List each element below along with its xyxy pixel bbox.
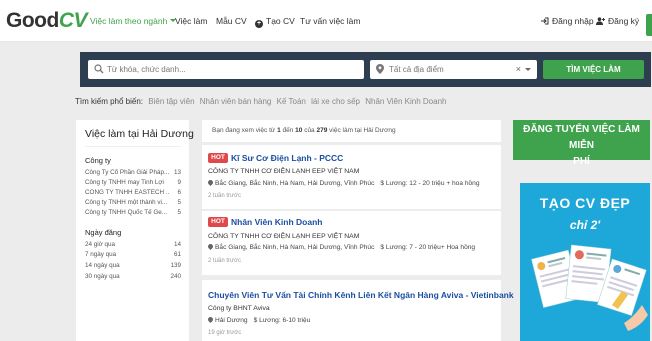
divider [85, 146, 181, 147]
location-pin-icon [206, 315, 215, 324]
chevron-down-icon[interactable] [525, 68, 531, 71]
popular-tag[interactable]: Nhân viên bán hàng [200, 97, 272, 106]
date-filter-item[interactable]: 24 giờ qua 14 [85, 241, 181, 251]
goodcv-logo[interactable]: GoodCV [6, 10, 88, 32]
company-name[interactable]: Công ty BHNT Aviva [208, 305, 270, 312]
posted-time: 2 tuần trước [208, 193, 241, 199]
search-band: Từ khóa, chức danh... Tất cả địa điểm × … [0, 43, 652, 95]
nav-cv-templates[interactable]: Mẫu CV [216, 16, 247, 26]
nav-career-advice[interactable]: Tư vấn việc làm [300, 16, 360, 26]
location-pin-icon [206, 242, 215, 251]
company-filter-heading: Công ty [85, 156, 111, 165]
location-pin-icon [206, 178, 215, 187]
company-name[interactable]: CÔNG TY TNHH CƠ ĐIỆN LẠNH EEP VIỆT NAM [208, 168, 359, 175]
job-card[interactable]: Chuyên Viên Tư Vấn Tài Chính Kênh Liên K… [202, 280, 514, 341]
job-title-link[interactable]: Nhân Viên Kinh Doanh [231, 217, 322, 227]
posted-time: 19 giờ trước [208, 330, 242, 336]
add-user-icon [596, 17, 605, 25]
location-select[interactable]: Tất cả địa điểm × [370, 60, 537, 79]
company-filter-item[interactable]: Công ty TNHH Quốc Tế Ge... 5 [85, 209, 181, 219]
popular-searches: Tìm kiếm phổ biến: Biên tập viên Nhân vi… [75, 97, 446, 106]
clear-location-icon[interactable]: × [516, 64, 521, 74]
job-title-link[interactable]: Kĩ Sư Cơ Điện Lạnh - PCCC [231, 153, 343, 163]
job-meta: Bắc Giang, Bắc Ninh, Hà Nam, Hải Dương, … [206, 242, 475, 251]
side-tab[interactable] [646, 14, 652, 36]
date-filter-item[interactable]: 14 ngày qua 139 [85, 262, 181, 272]
popular-tag[interactable]: Biên tập viên [148, 97, 194, 106]
popular-tag[interactable]: lái xe cho sếp [311, 97, 360, 106]
search-icon [94, 64, 104, 74]
free-job-posting-banner[interactable]: ĐĂNG TUYỂN VIỆC LÀM MIỄN PHÍ [513, 120, 650, 167]
job-card[interactable]: HOT Nhân Viên Kinh Doanh CÔNG TY TNHH CƠ… [202, 211, 501, 275]
job-meta: Hải Dương $ Lương: 6-10 triệu [206, 315, 310, 324]
popular-label: Tìm kiếm phổ biến: [75, 97, 144, 106]
result-summary: Bạn đang xem việc từ 1 đến 10 của 279 vi… [202, 120, 501, 142]
job-title-link[interactable]: Chuyên Viên Tư Vấn Tài Chính Kênh Liên K… [208, 290, 514, 300]
popular-tag[interactable]: Kế Toán [277, 97, 306, 106]
date-filter-item[interactable]: 7 ngày qua 61 [85, 251, 181, 261]
nav-jobs[interactable]: Việc làm [175, 16, 207, 26]
plus-circle-icon: + [255, 20, 263, 28]
popular-tag[interactable]: Nhân Viên Kinh Doanh [365, 97, 446, 106]
posted-time: 2 tuần trước [208, 258, 241, 264]
date-filter-heading: Ngày đăng [85, 228, 122, 237]
login-icon [541, 17, 549, 25]
location-pin-icon [376, 64, 384, 74]
company-name[interactable]: CÔNG TY TNHH CƠ ĐIỆN LẠNH EEP VIỆT NAM [208, 233, 359, 240]
dollar-icon: $ [380, 180, 385, 187]
sidebar-title: Việc làm tại Hải Dương [85, 128, 194, 140]
top-header: GoodCV Việc làm theo ngành Việc làm Mẫu … [0, 0, 652, 42]
job-list: Bạn đang xem việc từ 1 đến 10 của 279 vi… [202, 120, 514, 341]
cv-papers-illustration [531, 244, 648, 331]
hot-badge: HOT [208, 153, 228, 163]
dollar-icon: $ [253, 317, 258, 324]
create-cv-banner[interactable]: TẠO CV ĐẸP chỉ 2' [520, 183, 650, 341]
date-filter-item[interactable]: 30 ngày qua 240 [85, 273, 181, 283]
nav-create-cv[interactable]: + Tạo CV [255, 16, 295, 28]
job-meta: Bắc Giang, Bắc Ninh, Hà Nam, Hải Dương, … [206, 178, 480, 187]
register-link[interactable]: Đăng ký [596, 16, 639, 26]
login-link[interactable]: Đăng nhập [541, 16, 594, 26]
search-jobs-button[interactable]: TÌM VIỆC LÀM [543, 60, 644, 79]
company-filter-item[interactable]: Công ty TNHH một thành vi... 5 [85, 199, 181, 209]
search-box: Từ khóa, chức danh... Tất cả địa điểm × … [80, 52, 651, 87]
company-filter-item[interactable]: Công ty TNHH may Tinh Lợi 9 [85, 179, 181, 189]
company-filter-item[interactable]: CÔNG TY TNHH EASTECH ... 6 [85, 189, 181, 199]
dollar-icon: $ [380, 244, 385, 251]
filter-sidebar: Việc làm tại Hải Dương Công ty Công Ty C… [76, 120, 194, 341]
job-card[interactable]: HOT Kĩ Sư Cơ Điện Lạnh - PCCC CÔNG TY TN… [202, 145, 501, 209]
keyword-input[interactable]: Từ khóa, chức danh... [88, 60, 364, 79]
company-filter-item[interactable]: Công Ty Cổ Phần Giải Pháp... 13 [85, 169, 181, 179]
hot-badge: HOT [208, 217, 228, 227]
nav-jobs-by-industry[interactable]: Việc làm theo ngành [90, 16, 177, 26]
